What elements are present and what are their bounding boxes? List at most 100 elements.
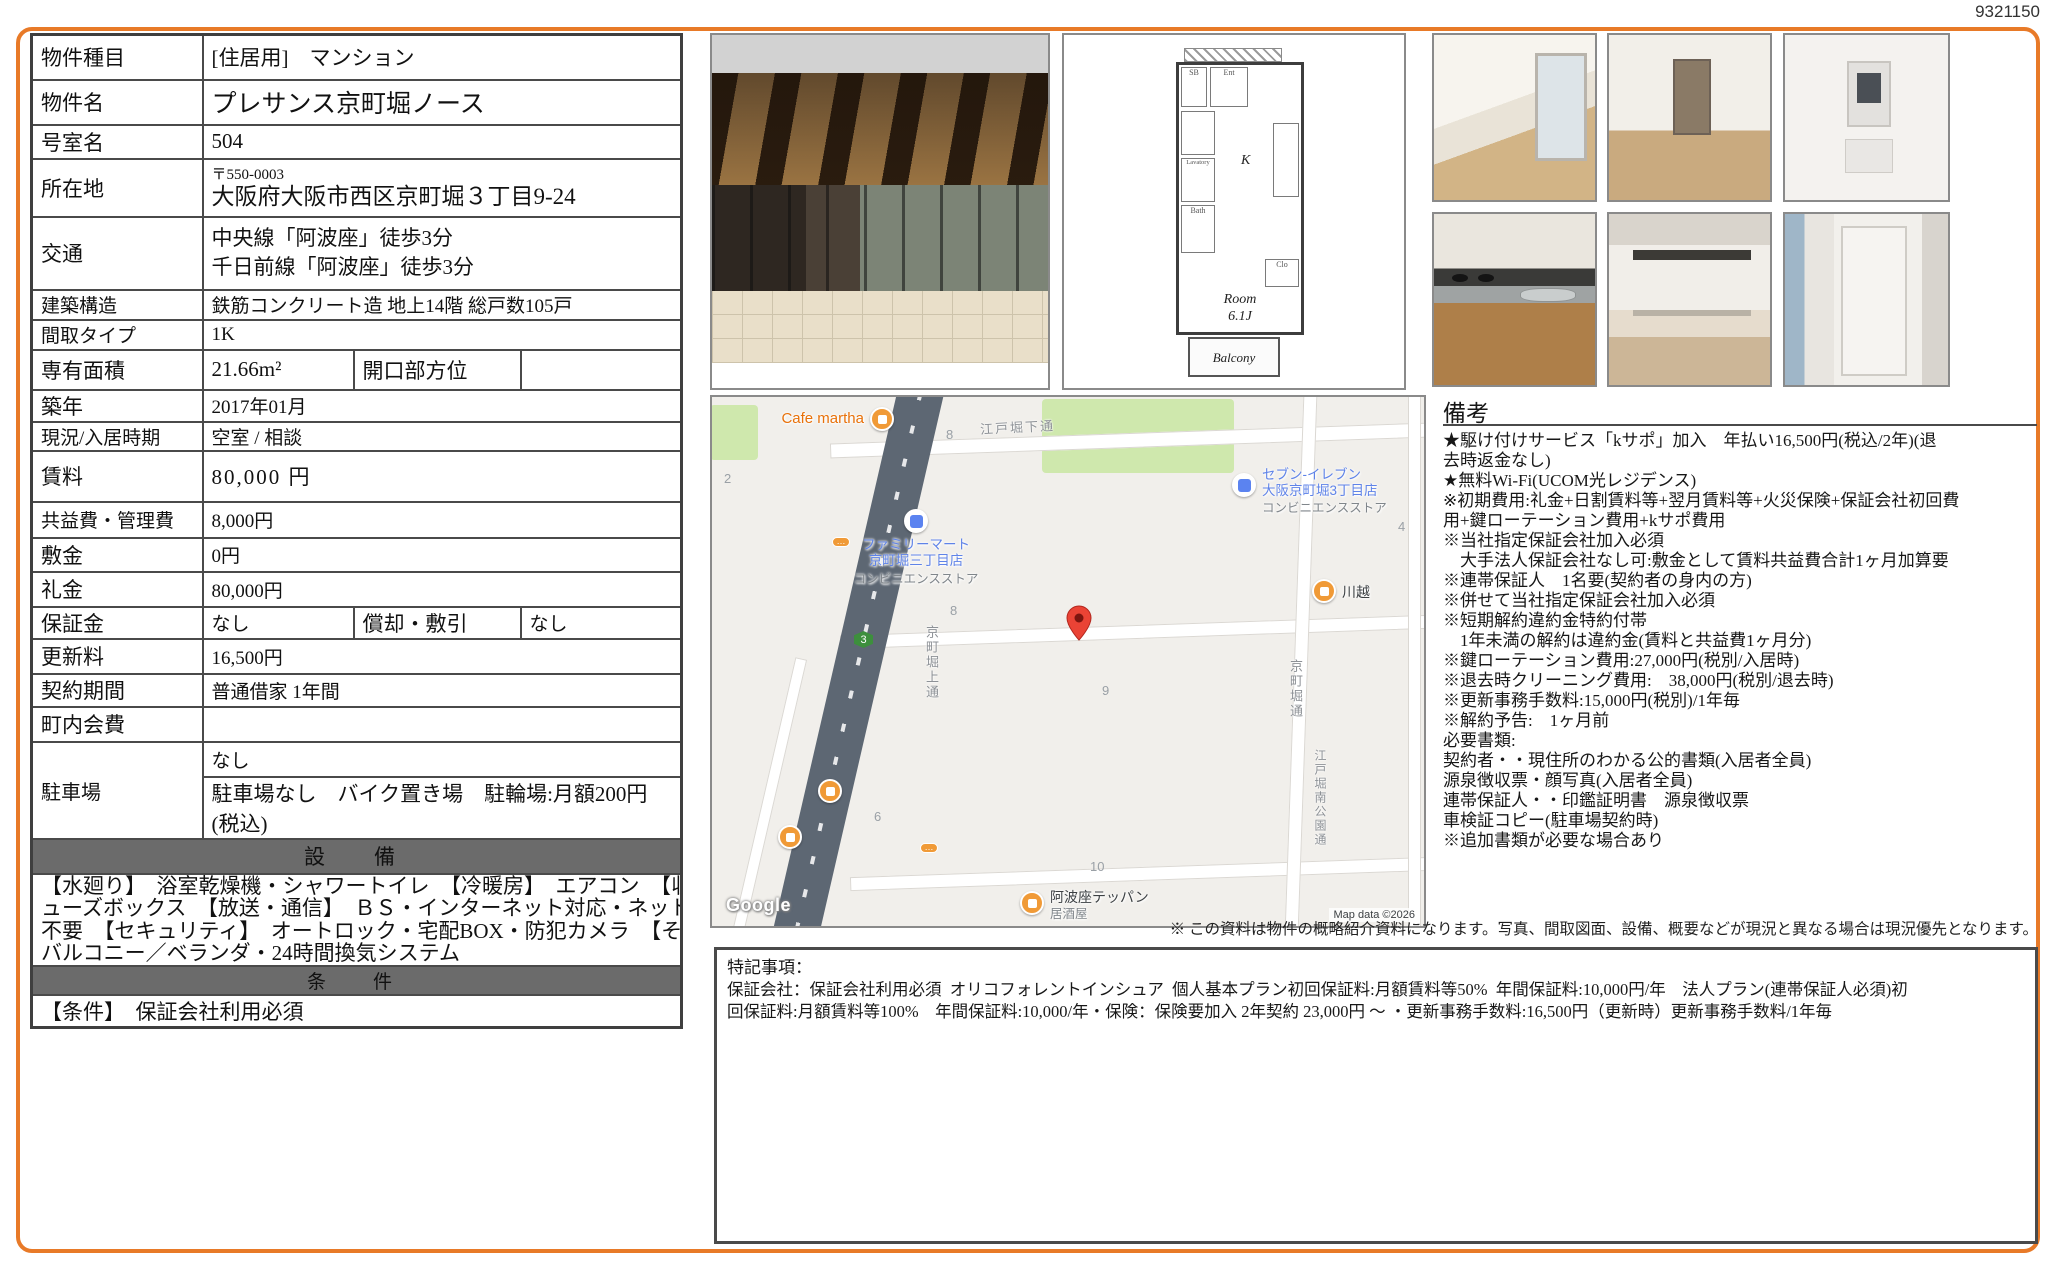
izakaya-icon [1020,891,1044,915]
deposit-value: 0円 [203,538,682,572]
table-row: 交通 中央線「阿波座」徒歩3分 千日前線「阿波座」徒歩3分 [32,217,682,290]
photo-kitchen-cabinets [1607,212,1772,387]
poi-cafe-label: Cafe martha [736,411,864,427]
key-money-label: 礼金 [32,572,203,607]
conditions-section-header: 条 件 [32,966,682,995]
status-label: 現況/入居時期 [32,422,203,451]
block-number: 2 [724,471,731,486]
intercom-buttons [1845,139,1893,173]
disclaimer-text: ※ この資料は物件の概略紹介資料になります。写真、間取図面、設備、概要などが現況… [1100,917,2038,939]
transport-label: 交通 [32,217,203,290]
floorplan-kitchen-label: K [1241,153,1250,169]
conditions-text: 【条件】 保証会社利用必須 [32,995,682,1028]
parking-value-1: なし [203,742,682,777]
table-row: 条 件 [32,966,682,995]
poi-seveneleven-label: セブン-イレブン 大阪京町堀3丁目店 [1262,467,1378,499]
table-row: 賃料 80,000 円 [32,451,682,502]
remarks-body: ★駆け付けサービス「kサポ」加入 年払い16,500円(税込/2年)(退 去時返… [1443,431,2043,851]
built-year-label: 築年 [32,390,203,422]
photo-entrance-lobby [710,33,1050,390]
deposit-label: 敷金 [32,538,203,572]
restaurant-icon [778,825,802,849]
restaurant-icon [1312,579,1336,603]
poi-awaza-teppan-label: 阿波座テッパン [1050,889,1149,905]
property-type-value: [住居用] マンション [203,35,682,80]
counter-edge [1633,310,1751,316]
convenience-store-icon [1232,473,1256,497]
google-logo: Google [726,895,791,916]
photo-entrance-door [1783,212,1950,387]
street-label-edobori-park: 江戸堀南公園通 [1312,749,1329,847]
contract-period-label: 契約期間 [32,674,203,707]
property-type-label: 物件種目 [32,35,203,80]
special-notes-title: 特記事項： [727,956,2025,979]
table-row: 物件名 プレサンス京町堀ノース [32,80,682,125]
special-notes-body: 保証会社：保証会社利用必須 オリコフォレントインシュア 個人基本プラン初回保証料… [727,979,2025,1023]
map-road [850,857,1426,891]
contract-period-value: 普通借家 1年間 [203,674,682,707]
layout-type-value: 1K [203,320,682,350]
table-row: 敷金 0円 [32,538,682,572]
table-row: 所在地 〒550-0003 大阪府大阪市西区京町堀３丁目9-24 [32,159,682,217]
amortization-label: 償却・敷引 [354,607,521,639]
intercom-unit [1847,61,1891,127]
restaurant-icon [818,779,842,803]
table-row: 契約期間 普通借家 1年間 [32,674,682,707]
table-row: 設 備 [32,839,682,874]
floorplan-entrance: Ent [1210,67,1248,107]
floorplan-outline: SB Ent Lavatory Bath K Clo Room 6.1J [1176,62,1304,335]
street-label-kyomachibori-kami: 京町堀上通 [922,625,941,700]
key-money-value: 80,000円 [203,572,682,607]
floorplan-lavatory: Lavatory [1181,158,1215,202]
table-row: 間取タイプ 1K [32,320,682,350]
block-number: 9 [1102,683,1109,698]
address-label: 所在地 [32,159,203,217]
photo-hallway-door [1673,59,1711,135]
maintenance-fee-label: 共益費・管理費 [32,502,203,538]
poi-seveneleven-category: コンビニエンスストア [1262,500,1387,516]
stove-burner [1478,274,1494,282]
property-table: 物件種目 [住居用] マンション 物件名 プレサンス京町堀ノース 号室名 504… [30,33,683,1029]
postal-code: 〒550-0003 [212,167,673,184]
floorplan-toilet [1181,111,1215,155]
table-row: 専有面積 21.66m² 開口部方位 [32,350,682,390]
table-row: 【条件】 保証会社利用必須 [32,995,682,1028]
stove-burner [1452,274,1468,282]
area-label: 専有面積 [32,350,203,390]
block-number: 8 [950,603,957,618]
structure-value: 鉄筋コンクリート造 地上14階 総戸数105戸 [203,290,682,320]
block-number: 6 [874,809,881,824]
address-value: 〒550-0003 大阪府大阪市西区京町堀３丁目9-24 [203,159,682,217]
floorplan-shoebox: SB [1181,67,1207,107]
table-row: 現況/入居時期 空室 / 相談 [32,422,682,451]
floorplan-bath: Bath [1181,205,1215,253]
table-row: 町内会費 [32,707,682,742]
block-number: 8 [946,427,953,442]
poi-awaza-teppan-category: 居酒屋 [1050,906,1088,922]
room-no-label: 号室名 [32,125,203,159]
photo-bedroom-window [1535,53,1587,161]
floorplan-kitchen-units [1273,123,1299,197]
opening-direction-label: 開口部方位 [354,350,521,390]
equipment-section-header: 設 備 [32,839,682,874]
property-name-label: 物件名 [32,80,203,125]
floor-plan: SB Ent Lavatory Bath K Clo Room 6.1J Bal… [1062,33,1406,390]
floorplan-window-hatch [1184,48,1282,62]
map-pin-icon [1066,605,1092,641]
map-road-label-dots: … [920,843,938,853]
poi-familymart-label: ファミリーマート 京町堀三丁目店 [838,537,994,569]
table-row: 建築構造 鉄筋コンクリート造 地上14階 総戸数105戸 [32,290,682,320]
table-row: 物件種目 [住居用] マンション [32,35,682,80]
cafe-icon [870,407,894,431]
status-value: 空室 / 相談 [203,422,682,451]
layout-type-label: 間取タイプ [32,320,203,350]
renewal-fee-label: 更新料 [32,639,203,674]
table-row: 駐車場 なし [32,742,682,777]
address-text: 大阪府大阪市西区京町堀３丁目9-24 [212,184,673,210]
maintenance-fee-value: 8,000円 [203,502,682,538]
poi-familymart-category: コンビニエンスストア [838,571,994,587]
transport-value: 中央線「阿波座」徒歩3分 千日前線「阿波座」徒歩3分 [203,217,682,290]
room-no-value: 504 [203,125,682,159]
floorplan-balcony: Balcony [1188,337,1280,377]
opening-direction-value [521,350,682,390]
